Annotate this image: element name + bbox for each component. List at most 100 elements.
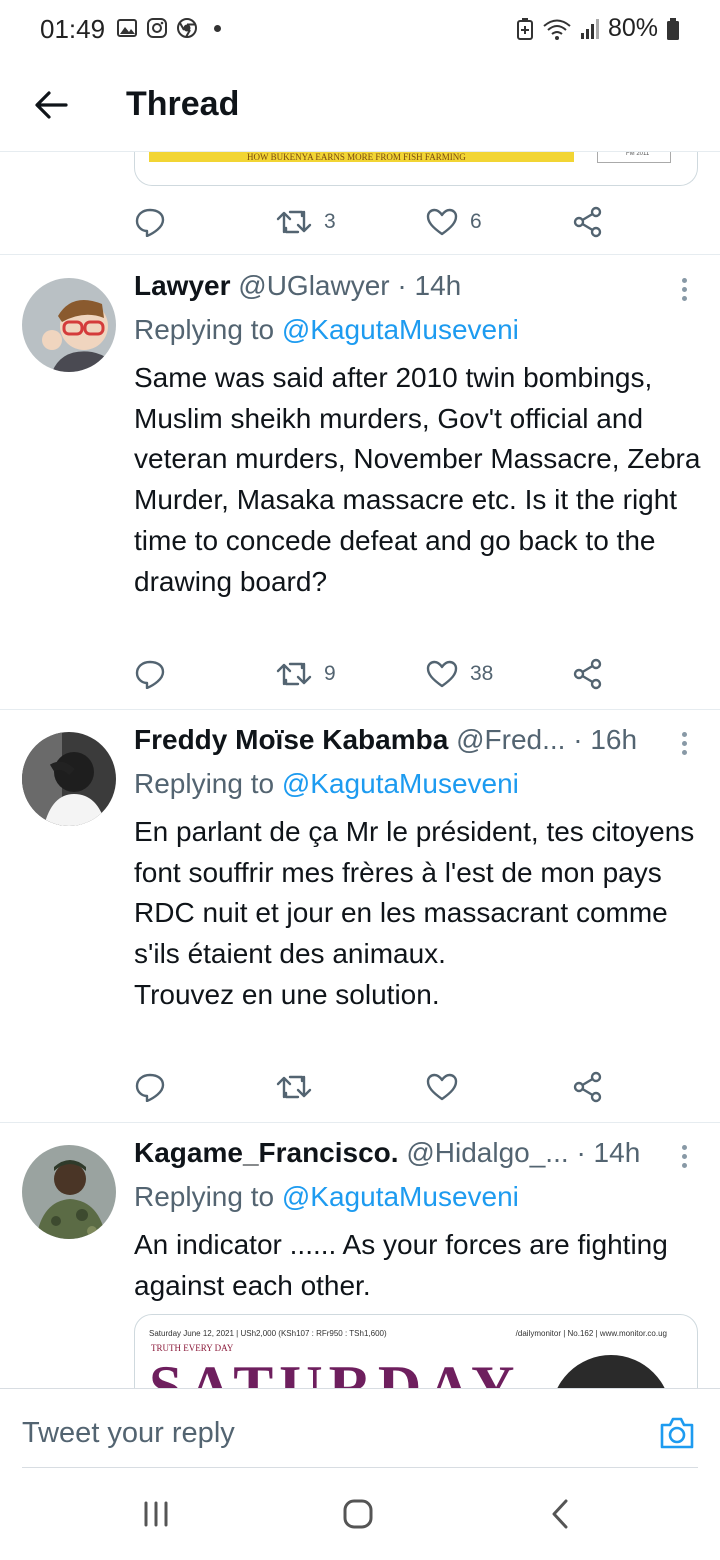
battery-saver-icon (516, 17, 533, 40)
reply-icon (135, 660, 165, 689)
replying-to: Replying to @KagutaMuseveni (134, 314, 519, 346)
paper-tagline: TRUTH EVERY DAY (151, 1343, 234, 1353)
status-time: 01:49 (40, 14, 106, 44)
tweet-header: Kagame_Francisco. @Hidalgo_... · 14h (134, 1137, 680, 1169)
back-button[interactable] (28, 82, 74, 128)
camera-icon (660, 1417, 694, 1449)
notification-dot (214, 24, 221, 32)
paper-photo (551, 1355, 671, 1388)
retweet-button[interactable] (276, 1067, 324, 1107)
paper-right-line: /dailymonitor | No.162 | www.monitor.co.… (515, 1329, 667, 1338)
back-icon (552, 1499, 568, 1529)
tweet-header: Lawyer @UGlawyer · 14h (134, 270, 680, 302)
reply-composer: Tweet your reply (0, 1388, 720, 1468)
share-button[interactable] (572, 1067, 604, 1107)
battery-icon (667, 17, 679, 40)
tweet-media-image[interactable]: Saturday June 12, 2021 | USh2,000 (KSh10… (134, 1314, 698, 1388)
share-button[interactable] (572, 202, 604, 242)
retweet-count: 3 (324, 210, 336, 233)
recents-button[interactable] (136, 1498, 176, 1530)
battery-percentage: 80% (607, 14, 658, 42)
mention-link[interactable]: @KagutaMuseveni (282, 768, 519, 799)
retweet-icon (276, 210, 312, 234)
tweet-text: En parlant de ça Mr le président, tes ci… (134, 816, 695, 1010)
tweet-actions: 3 6 (134, 202, 614, 242)
author-name[interactable]: Lawyer (134, 270, 231, 301)
more-options-button[interactable] (676, 276, 692, 306)
tweet-header: Freddy Moïse Kabamba @Fred... · 16h (134, 724, 680, 756)
status-bar: 01:49 80% (0, 0, 720, 60)
dot-separator: · (576, 1137, 586, 1168)
tweet-text: An indicator ...... As your forces are f… (134, 1229, 668, 1301)
share-icon (573, 206, 602, 238)
retweet-button[interactable]: 9 (276, 654, 336, 694)
chrome-icon (177, 18, 197, 38)
home-icon (343, 1499, 373, 1529)
author-name[interactable]: Kagame_Francisco. (134, 1137, 399, 1168)
heart-icon (426, 1073, 458, 1101)
reply-input[interactable]: Tweet your reply (22, 1417, 235, 1450)
retweet-icon (276, 662, 312, 686)
tweet-time: 14h (414, 270, 462, 301)
author-handle[interactable]: @Hidalgo_... (406, 1137, 568, 1168)
dot-separator: · (573, 724, 583, 755)
replying-to-label: Replying to (134, 768, 275, 799)
like-button[interactable] (426, 1067, 470, 1107)
gallery-icon (117, 19, 137, 37)
status-system-icons: 80% (516, 14, 680, 43)
wifi-icon (543, 19, 571, 40)
reply-tweet[interactable]: Freddy Moïse Kabamba @Fred... · 16h Repl… (0, 710, 720, 1122)
replying-to-label: Replying to (134, 1181, 275, 1212)
dot-separator: · (397, 270, 407, 301)
like-button[interactable]: 6 (426, 202, 482, 242)
reply-button[interactable] (134, 202, 166, 242)
page-title: Thread (126, 85, 240, 123)
replying-to: Replying to @KagutaMuseveni (134, 768, 519, 800)
nav-back-button[interactable] (540, 1498, 580, 1530)
mention-link[interactable]: @KagutaMuseveni (282, 314, 519, 345)
reply-icon (135, 1073, 165, 1102)
like-button[interactable]: 38 (426, 654, 493, 694)
signal-icon (580, 18, 599, 39)
card-headline-strip: HOW BUKENYA EARNS MORE FROM FISH FARMING (149, 152, 574, 162)
tweet-time: 16h (590, 724, 638, 755)
tweet-actions: 9 38 (134, 654, 614, 694)
tweet-text: Same was said after 2010 twin bombings, … (134, 362, 701, 597)
author-handle[interactable]: @UGlawyer (238, 270, 389, 301)
instagram-icon (147, 18, 167, 38)
author-handle[interactable]: @Fred... (456, 724, 565, 755)
replying-to-label: Replying to (134, 314, 275, 345)
camera-button[interactable] (658, 1415, 696, 1451)
paper-date-line: Saturday June 12, 2021 | USh2,000 (KSh10… (149, 1329, 387, 1338)
system-nav-bar (0, 1468, 720, 1560)
retweet-button[interactable]: 3 (276, 202, 336, 242)
share-icon (573, 658, 602, 690)
more-options-button[interactable] (676, 1143, 692, 1173)
card-box: FM 2011 (597, 152, 671, 163)
avatar[interactable] (22, 732, 116, 826)
avatar[interactable] (22, 1145, 116, 1239)
heart-icon (426, 208, 458, 236)
thread-header: Thread (0, 60, 720, 152)
reply-tweet[interactable]: Lawyer @UGlawyer · 14h Replying to @Kagu… (0, 255, 720, 709)
more-options-button[interactable] (676, 730, 692, 760)
share-button[interactable] (572, 654, 604, 694)
mention-link[interactable]: @KagutaMuseveni (282, 1181, 519, 1212)
arrow-left-icon (35, 91, 68, 119)
link-preview-card[interactable]: HOW BUKENYA EARNS MORE FROM FISH FARMING… (134, 152, 698, 186)
card-caption: HOW BUKENYA EARNS MORE FROM FISH FARMING (247, 152, 466, 162)
heart-icon (426, 660, 458, 688)
recents-icon (144, 1501, 168, 1527)
like-count: 38 (470, 662, 494, 685)
tweet-time: 14h (593, 1137, 641, 1168)
home-button[interactable] (338, 1498, 378, 1530)
author-name[interactable]: Freddy Moïse Kabamba (134, 724, 448, 755)
thread-feed[interactable]: HOW BUKENYA EARNS MORE FROM FISH FARMING… (0, 152, 720, 1388)
reply-button[interactable] (134, 654, 166, 694)
replying-to: Replying to @KagutaMuseveni (134, 1181, 519, 1213)
avatar[interactable] (22, 278, 116, 372)
like-count: 6 (470, 210, 482, 233)
retweet-icon (276, 1075, 312, 1099)
tweet-actions (134, 1067, 614, 1107)
reply-button[interactable] (134, 1067, 166, 1107)
